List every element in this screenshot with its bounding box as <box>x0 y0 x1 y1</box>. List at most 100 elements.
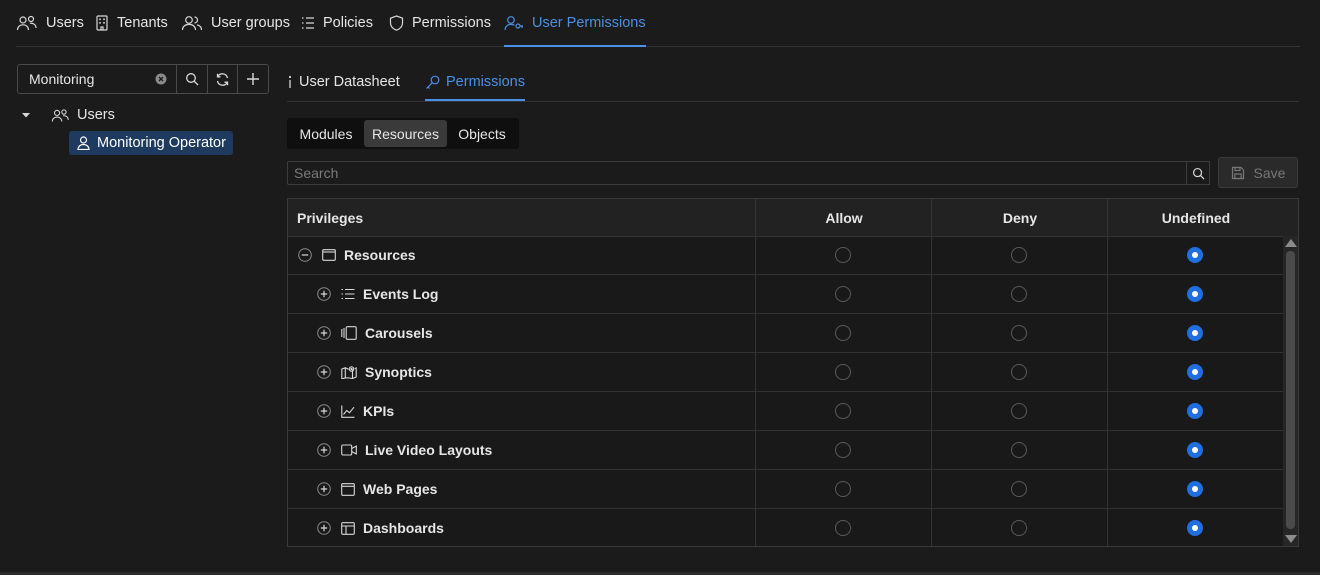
header-privileges: Privileges <box>297 209 364 226</box>
row-label-cell: Synoptics <box>317 353 432 391</box>
info-icon <box>287 75 293 89</box>
table-row: Events Log <box>288 275 1283 314</box>
carousel-icon <box>341 326 357 340</box>
nav-user-permissions[interactable]: User Permissions <box>504 0 646 47</box>
add-button[interactable] <box>237 65 268 93</box>
top-navigation: Users Tenants User groups Policies Permi… <box>16 0 1300 47</box>
row-label-cell: Web Pages <box>317 470 437 508</box>
user-search-input[interactable] <box>18 65 177 93</box>
undefined-radio[interactable] <box>1187 403 1203 419</box>
deny-radio[interactable] <box>1011 247 1027 263</box>
dashboard-icon <box>341 521 355 535</box>
users-icon <box>16 15 38 31</box>
tab-label: Permissions <box>446 74 525 90</box>
undefined-radio[interactable] <box>1187 325 1203 341</box>
expand-icon[interactable] <box>317 482 331 496</box>
undefined-radio[interactable] <box>1187 481 1203 497</box>
search-field-wrapper <box>18 65 177 93</box>
refresh-button[interactable] <box>206 65 238 93</box>
row-label: Events Log <box>363 286 439 302</box>
table-header: Privileges Allow Deny Undefined <box>288 199 1298 237</box>
deny-radio[interactable] <box>1011 286 1027 302</box>
nav-users[interactable]: Users <box>16 0 84 46</box>
header-allow: Allow <box>825 209 863 226</box>
nav-tenants[interactable]: Tenants <box>95 0 168 46</box>
tree-node-label: Monitoring Operator <box>97 135 226 151</box>
tab-user-datasheet[interactable]: User Datasheet <box>287 64 400 100</box>
nav-permissions[interactable]: Permissions <box>389 0 491 46</box>
key-icon <box>425 75 440 90</box>
undefined-radio[interactable] <box>1187 247 1203 263</box>
row-label: Resources <box>344 247 416 263</box>
clear-icon[interactable] <box>155 73 167 85</box>
scrollbar-thumb[interactable] <box>1286 251 1295 529</box>
plus-icon <box>246 72 260 86</box>
expand-icon[interactable] <box>317 326 331 340</box>
tab-permissions[interactable]: Permissions <box>425 64 525 101</box>
allow-radio[interactable] <box>835 364 851 380</box>
caret-down-icon[interactable] <box>22 112 30 118</box>
allow-radio[interactable] <box>835 247 851 263</box>
nav-user-groups[interactable]: User groups <box>181 0 290 46</box>
expand-icon[interactable] <box>317 443 331 457</box>
deny-radio[interactable] <box>1011 520 1027 536</box>
tree-node-label: Users <box>77 107 115 123</box>
users-icon <box>51 108 70 123</box>
row-label-cell: Events Log <box>317 275 438 313</box>
building-icon <box>95 15 109 31</box>
privileges-search-input[interactable] <box>288 162 1186 184</box>
undefined-radio[interactable] <box>1187 520 1203 536</box>
search-icon <box>185 72 199 86</box>
segment-resources[interactable]: Resources <box>364 120 447 147</box>
window-icon <box>322 249 336 261</box>
undefined-radio[interactable] <box>1187 442 1203 458</box>
deny-radio[interactable] <box>1011 364 1027 380</box>
save-button[interactable]: Save <box>1218 157 1298 188</box>
shield-icon <box>389 15 404 31</box>
scroll-up-icon[interactable] <box>1285 239 1297 247</box>
deny-radio[interactable] <box>1011 442 1027 458</box>
video-icon <box>341 444 357 456</box>
row-label-cell: Live Video Layouts <box>317 431 492 469</box>
deny-radio[interactable] <box>1011 403 1027 419</box>
allow-radio[interactable] <box>835 325 851 341</box>
table-scrollbar[interactable] <box>1283 236 1298 546</box>
table-row: Synoptics <box>288 353 1283 392</box>
scroll-down-icon[interactable] <box>1285 535 1297 543</box>
row-label-cell: Dashboards <box>317 509 444 547</box>
allow-radio[interactable] <box>835 481 851 497</box>
header-deny: Deny <box>1002 209 1038 226</box>
tab-label: User Datasheet <box>299 74 400 90</box>
expand-icon[interactable] <box>317 365 331 379</box>
deny-radio[interactable] <box>1011 481 1027 497</box>
nav-label: User groups <box>211 15 290 31</box>
segment-objects[interactable]: Objects <box>448 120 516 147</box>
expand-icon[interactable] <box>317 404 331 418</box>
privileges-search-button[interactable] <box>1186 161 1210 185</box>
row-label-cell: Carousels <box>317 314 433 352</box>
nav-label: Permissions <box>412 15 491 31</box>
nav-policies[interactable]: Policies <box>301 0 373 46</box>
expand-icon[interactable] <box>317 287 331 301</box>
save-icon <box>1231 166 1245 180</box>
allow-radio[interactable] <box>835 403 851 419</box>
segment-label: Modules <box>299 125 353 142</box>
table-row: Resources <box>288 236 1283 275</box>
nav-label: User Permissions <box>532 15 646 31</box>
content-tabs: User Datasheet Permissions <box>287 64 1299 102</box>
search-button[interactable] <box>176 65 207 93</box>
resource-type-segmented: Modules Resources Objects <box>287 118 519 149</box>
header-undefined: Undefined <box>1161 209 1231 226</box>
expand-icon[interactable] <box>317 521 331 535</box>
allow-radio[interactable] <box>835 442 851 458</box>
collapse-icon[interactable] <box>298 248 312 262</box>
segment-modules[interactable]: Modules <box>289 120 363 147</box>
undefined-radio[interactable] <box>1187 286 1203 302</box>
allow-radio[interactable] <box>835 520 851 536</box>
tree-node-monitoring-operator[interactable]: Monitoring Operator <box>69 131 233 155</box>
allow-radio[interactable] <box>835 286 851 302</box>
deny-radio[interactable] <box>1011 325 1027 341</box>
nav-label: Tenants <box>117 15 168 31</box>
tree-node-users[interactable]: Users <box>22 103 115 127</box>
undefined-radio[interactable] <box>1187 364 1203 380</box>
